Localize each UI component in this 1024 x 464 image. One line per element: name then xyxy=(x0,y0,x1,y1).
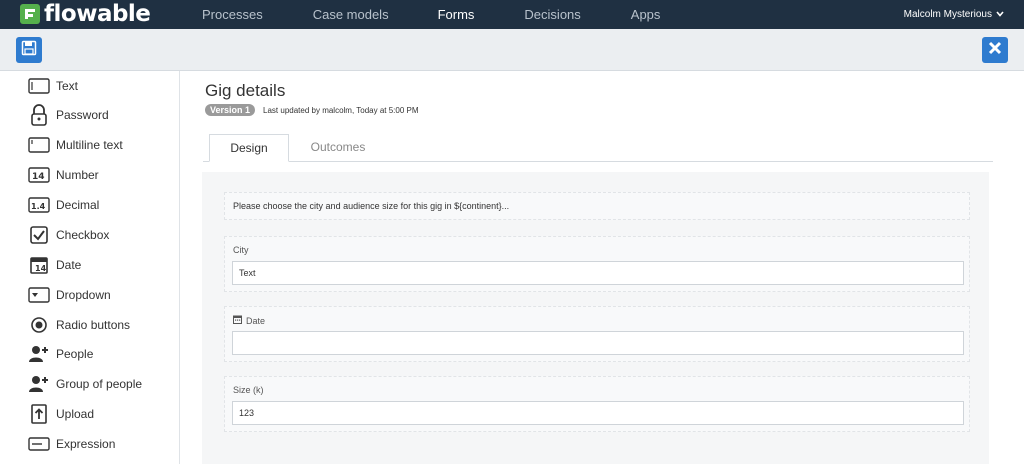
form-canvas: Please choose the city and audience size… xyxy=(202,172,989,464)
size-field[interactable]: Size (k) 123 xyxy=(224,376,970,432)
expression-icon xyxy=(28,433,50,455)
editor-tabs: Design Outcomes xyxy=(203,134,993,162)
date-input[interactable] xyxy=(232,331,964,355)
palette-item-password[interactable]: Password xyxy=(28,104,109,126)
tab-design[interactable]: Design xyxy=(209,134,289,162)
instructions-field[interactable]: Please choose the city and audience size… xyxy=(224,192,970,220)
date-field[interactable]: Date xyxy=(224,306,970,362)
checkbox-icon xyxy=(28,224,50,246)
group-add-icon xyxy=(28,373,50,395)
form-editor: Gig details Version 1 Last updated by ma… xyxy=(181,71,1024,464)
palette-item-dropdown[interactable]: Dropdown xyxy=(28,284,111,306)
form-title: Gig details xyxy=(205,81,286,100)
flowable-logo[interactable]: flowable xyxy=(20,1,151,27)
palette-item-group-of-people[interactable]: Group of people xyxy=(28,373,142,395)
nav-forms[interactable]: Forms xyxy=(438,0,474,34)
palette-item-decimal[interactable]: 1.4 Decimal xyxy=(28,194,99,216)
dropdown-icon xyxy=(28,284,50,306)
size-input[interactable]: 123 xyxy=(232,401,964,425)
city-label-text: City xyxy=(233,245,249,255)
multiline-text-icon xyxy=(28,134,50,156)
palette-label: Checkbox xyxy=(56,228,110,242)
size-label-text: Size (k) xyxy=(233,385,264,395)
upload-icon xyxy=(28,403,50,425)
date-label: Date xyxy=(233,315,265,326)
palette-label: Date xyxy=(56,258,82,272)
palette-label: Number xyxy=(56,168,99,182)
user-name: Malcolm Mysterious xyxy=(903,9,992,20)
flowable-logo-icon xyxy=(20,4,40,24)
decimal-icon: 1.4 xyxy=(28,194,50,216)
chevron-down-icon xyxy=(996,9,1004,20)
palette-label: Dropdown xyxy=(56,288,111,302)
palette-label: Radio buttons xyxy=(56,318,131,332)
top-navbar: flowable Processes Case models Forms Dec… xyxy=(0,0,1024,34)
svg-text:14: 14 xyxy=(32,172,45,182)
number-icon: 14 xyxy=(28,164,50,186)
city-input[interactable]: Text xyxy=(232,261,964,285)
nav-case-models[interactable]: Case models xyxy=(313,0,389,29)
date-label-text: Date xyxy=(246,315,266,326)
palette-label: Decimal xyxy=(56,198,100,212)
calendar-icon: 14 xyxy=(28,254,50,276)
palette-item-number[interactable]: 14 Number xyxy=(28,164,99,186)
palette-item-radio-buttons[interactable]: Radio buttons xyxy=(28,314,130,336)
save-icon xyxy=(21,40,37,61)
palette-item-expression[interactable]: Expression xyxy=(28,433,115,455)
close-icon xyxy=(988,41,1002,60)
person-add-icon xyxy=(28,343,50,365)
palette-label: Password xyxy=(56,108,109,122)
last-updated-text: Last updated by malcolm, Today at 5:00 P… xyxy=(263,105,419,115)
save-button[interactable] xyxy=(16,37,42,63)
field-palette: Text Password Multiline text 14 Number 1… xyxy=(0,71,180,464)
tab-outcomes[interactable]: Outcomes xyxy=(303,134,373,162)
size-label: Size (k) xyxy=(233,385,264,395)
palette-label: People xyxy=(56,347,94,361)
palette-label: Text xyxy=(56,79,79,93)
form-meta: Version 1 Last updated by malcolm, Today… xyxy=(205,104,419,116)
palette-label: Group of people xyxy=(56,377,143,391)
svg-text:14: 14 xyxy=(35,264,47,273)
palette-item-text[interactable]: Text xyxy=(28,75,78,97)
version-badge: Version 1 xyxy=(205,104,256,116)
nav-decisions[interactable]: Decisions xyxy=(524,0,580,29)
nav-apps[interactable]: Apps xyxy=(631,0,661,29)
palette-label: Expression xyxy=(56,437,116,451)
palette-label: Multiline text xyxy=(56,138,123,152)
nav-processes[interactable]: Processes xyxy=(202,0,263,29)
palette-item-people[interactable]: People xyxy=(28,343,93,365)
lock-icon xyxy=(28,104,50,126)
close-button[interactable] xyxy=(982,37,1008,63)
logo-text: flowable xyxy=(44,1,151,27)
svg-text:1.4: 1.4 xyxy=(31,202,46,211)
radio-icon xyxy=(28,314,50,336)
editor-toolbar xyxy=(0,29,1024,71)
palette-item-multiline-text[interactable]: Multiline text xyxy=(28,134,123,156)
city-label: City xyxy=(233,245,249,255)
user-menu[interactable]: Malcolm Mysterious xyxy=(904,0,1004,29)
palette-item-upload[interactable]: Upload xyxy=(28,403,94,425)
palette-item-checkbox[interactable]: Checkbox xyxy=(28,224,109,246)
text-field-icon xyxy=(28,75,50,97)
city-field[interactable]: City Text xyxy=(224,236,970,292)
palette-item-date[interactable]: 14 Date xyxy=(28,254,81,276)
palette-label: Upload xyxy=(56,407,95,421)
instructions-text: Please choose the city and audience size… xyxy=(233,201,510,211)
calendar-icon xyxy=(233,315,242,326)
main-nav: Processes Case models Forms Decisions Ap… xyxy=(186,0,661,34)
